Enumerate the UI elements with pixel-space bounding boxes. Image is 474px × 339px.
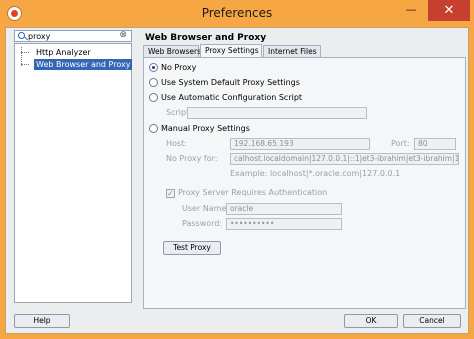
proxy-settings-panel: No Proxy Use System Default Proxy Settin… <box>143 57 466 309</box>
radio-button-checked[interactable] <box>149 63 158 72</box>
user-name-label: User Name: <box>182 204 230 213</box>
dialog-body: ⊗ Http Analyzer Web Browser and Proxy We… <box>5 27 469 334</box>
search-input[interactable] <box>28 31 108 41</box>
minimize-button[interactable]: — <box>400 0 422 21</box>
user-name-field[interactable]: oracle <box>226 203 342 215</box>
password-label: Password: <box>182 219 223 228</box>
port-label: Port: <box>391 139 410 148</box>
clear-search-icon[interactable]: ⊗ <box>119 30 127 40</box>
ok-button[interactable]: OK <box>344 314 398 328</box>
cancel-button[interactable]: Cancel <box>403 314 461 328</box>
auth-checkbox-label: Proxy Server Requires Authentication <box>178 188 328 197</box>
tree-branch-line <box>21 52 29 53</box>
host-label: Host: <box>166 139 187 148</box>
tree-branch-line <box>21 64 29 65</box>
close-button[interactable]: ✕ <box>428 0 470 21</box>
search-icon <box>18 32 25 39</box>
radio-button[interactable] <box>149 124 158 133</box>
tree-item-label: Web Browser and Proxy <box>34 59 133 70</box>
no-proxy-example: Example: localhost|*.oracle.com|127.0.0.… <box>230 169 401 178</box>
help-button[interactable]: Help <box>14 314 70 328</box>
tab-proxy-settings[interactable]: Proxy Settings <box>200 44 262 58</box>
auth-checkbox[interactable]: ✓ <box>166 189 175 198</box>
radio-label: Manual Proxy Settings <box>161 124 250 133</box>
no-proxy-for-field[interactable]: calhost.localdomain|127.0.0.1|::1|et3-ib… <box>230 153 459 165</box>
preferences-tree[interactable]: Http Analyzer Web Browser and Proxy <box>14 43 133 303</box>
section-title: Web Browser and Proxy <box>145 33 267 43</box>
radio-button[interactable] <box>149 93 158 102</box>
search-box[interactable]: ⊗ <box>14 30 132 42</box>
test-proxy-button[interactable]: Test Proxy <box>163 241 221 255</box>
radio-button[interactable] <box>149 78 158 87</box>
radio-label: Use System Default Proxy Settings <box>161 78 300 87</box>
preferences-window: Preferences — ✕ ⊗ Http Analyzer Web Brow… <box>0 0 474 339</box>
host-field[interactable]: 192.168.65.193 <box>230 138 370 150</box>
tree-item-label: Http Analyzer <box>36 48 91 57</box>
radio-label: No Proxy <box>161 63 197 72</box>
radio-label: Use Automatic Configuration Script <box>161 93 303 102</box>
script-field[interactable] <box>187 107 367 119</box>
port-field[interactable]: 80 <box>414 138 456 150</box>
password-field[interactable]: •••••••••• <box>226 218 342 230</box>
no-proxy-for-label: No Proxy for: <box>166 154 218 163</box>
title-bar[interactable]: Preferences — ✕ <box>0 0 474 28</box>
